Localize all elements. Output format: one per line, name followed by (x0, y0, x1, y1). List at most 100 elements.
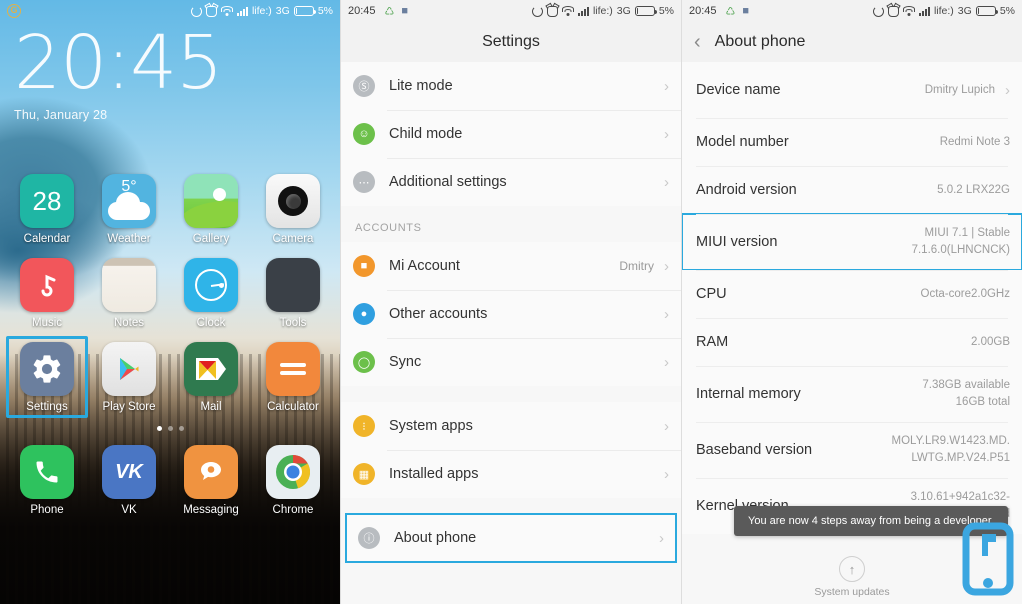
screenshot-icon: ■ (401, 5, 409, 17)
mail-icon (184, 342, 238, 397)
about-row-miui-version[interactable]: MIUI version MIUI 7.1 | Stable 7.1.6.0(L… (682, 213, 1022, 271)
about-row-baseband-version: Baseband version MOLY.LR9.W1423.MD. LWTG… (682, 422, 1022, 478)
battery-label: 5% (658, 5, 674, 17)
row-label: Child mode (389, 126, 463, 142)
app-weather[interactable]: 5° Weather (93, 174, 165, 245)
play-store-icon (102, 342, 156, 397)
row-label: Lite mode (389, 78, 453, 94)
app-clock[interactable]: Clock (175, 258, 247, 329)
settings-list-apps: ⁝ System apps › ▦ Installed apps › (341, 402, 681, 498)
messaging-icon (184, 445, 238, 500)
page-dot-2[interactable] (167, 426, 173, 432)
app-chrome[interactable]: Chrome (257, 445, 329, 516)
row-value: Octa-core2.0GHz (920, 287, 1010, 300)
sidebar-item-lite-mode[interactable]: Ⓢ Lite mode › (341, 62, 681, 110)
chevron-right-icon: › (664, 77, 669, 95)
phone-icon (20, 445, 74, 500)
row-value: 7.38GB available 16GB total (922, 379, 1010, 408)
app-label: Weather (107, 233, 151, 246)
calendar-icon: 28 (20, 174, 74, 229)
installed-apps-icon: ▦ (353, 463, 375, 485)
about-row-android-version: Android version 5.0.2 LRX22G (682, 166, 1022, 214)
battery-icon (293, 6, 316, 16)
page-title: About phone (714, 33, 806, 50)
sidebar-item-child-mode[interactable]: ☺ Child mode › (341, 110, 681, 158)
app-notes[interactable]: Notes (93, 258, 165, 329)
row-label: Model number (696, 134, 789, 150)
sidebar-item-additional-settings[interactable]: ⋯ Additional settings › (341, 158, 681, 206)
home-status-bar: G life:) 3G 5% (0, 0, 340, 22)
settings-status-bar: 20:45 ♺ ■ life:) 3G 5% (341, 0, 681, 22)
row-label: Baseband version (696, 442, 813, 458)
sync-small-icon: ♺ (725, 5, 736, 18)
other-accounts-icon: ● (353, 303, 375, 325)
status-time: 20:45 (348, 5, 376, 17)
app-tools[interactable]: Tools (257, 258, 329, 329)
sidebar-item-mi-account[interactable]: ■ Mi Account Dmitry › (341, 242, 681, 290)
sidebar-item-installed-apps[interactable]: ▦ Installed apps › (341, 450, 681, 498)
row-label: CPU (696, 286, 727, 302)
app-calculator[interactable]: Calculator (257, 342, 329, 413)
music-icon (20, 258, 74, 313)
sidebar-item-about-phone[interactable]: ⓘ About phone › (345, 513, 677, 563)
app-label: Calendar (23, 233, 71, 246)
section-header-accounts: ACCOUNTS (341, 206, 681, 242)
about-rows: Device name Dmitry Lupich › Model number… (682, 62, 1022, 534)
dock: Phone VK VK Messaging Chrome (0, 445, 340, 516)
list-gap-1 (341, 386, 681, 402)
about-row-device-name[interactable]: Device name Dmitry Lupich › (682, 62, 1022, 118)
app-play-store[interactable]: Play Store (93, 342, 165, 413)
alarm-icon (887, 5, 899, 17)
row-label: Sync (389, 354, 422, 370)
calculator-icon (266, 342, 320, 397)
app-label: Chrome (272, 504, 314, 517)
app-mail[interactable]: Mail (175, 342, 247, 413)
page-dot-1[interactable] (156, 426, 162, 432)
app-music[interactable]: Music (11, 258, 83, 329)
back-chevron-icon[interactable]: ‹ (694, 32, 701, 52)
system-updates-label: System updates (814, 586, 890, 598)
app-row-1: 28 Calendar 5° Weather Gallery Camera (0, 174, 340, 245)
row-label: Device name (696, 82, 781, 98)
about-row-cpu: CPU Octa-core2.0GHz (682, 270, 1022, 318)
sidebar-item-sync[interactable]: ◯ Sync › (341, 338, 681, 386)
signal-icon (918, 6, 930, 16)
sidebar-item-other-accounts[interactable]: ● Other accounts › (341, 290, 681, 338)
gallery-icon (184, 174, 238, 229)
camera-icon (266, 174, 320, 229)
system-apps-icon: ⁝ (353, 415, 375, 437)
row-label: Installed apps (389, 466, 479, 482)
app-label: Tools (279, 317, 307, 330)
settings-title-bar: Settings (341, 22, 681, 62)
carrier-label: life:) (592, 5, 613, 17)
battery-label: 5% (999, 5, 1015, 17)
app-phone[interactable]: Phone (11, 445, 83, 516)
about-status-bar: 20:45 ♺ ■ life:) 3G 5% (682, 0, 1022, 22)
row-value: MOLY.LR9.W1423.MD. LWTG.MP.V24.P51 (891, 435, 1010, 464)
app-calendar[interactable]: 28 Calendar (11, 174, 83, 245)
app-label: Music (31, 317, 63, 330)
app-label: Clock (196, 317, 226, 330)
app-gallery[interactable]: Gallery (175, 174, 247, 245)
chevron-right-icon: › (664, 417, 669, 435)
app-messaging[interactable]: Messaging (175, 445, 247, 516)
row-label: Android version (696, 182, 797, 198)
signal-icon (577, 6, 589, 16)
row-value: MIUI 7.1 | Stable 7.1.6.0(LHNCNCK) (911, 227, 1010, 256)
lite-mode-icon: Ⓢ (353, 75, 375, 97)
row-label: Internal memory (696, 386, 801, 402)
app-settings[interactable]: Settings (6, 336, 88, 419)
about-row-model-number: Model number Redmi Note 3 (682, 118, 1022, 166)
sidebar-item-system-apps[interactable]: ⁝ System apps › (341, 402, 681, 450)
app-label: Messaging (183, 504, 239, 517)
app-row-2: Music Notes Clock Tools (0, 258, 340, 329)
app-vk[interactable]: VK VK (93, 445, 165, 516)
network-label: 3G (275, 5, 290, 17)
about-row-ram: RAM 2.00GB (682, 318, 1022, 366)
settings-gear-icon (20, 342, 74, 397)
app-camera[interactable]: Camera (257, 174, 329, 245)
page-title: Settings (482, 33, 540, 50)
chevron-right-icon: › (664, 257, 669, 275)
page-dot-3[interactable] (178, 426, 184, 432)
app-label: Gallery (192, 233, 230, 246)
